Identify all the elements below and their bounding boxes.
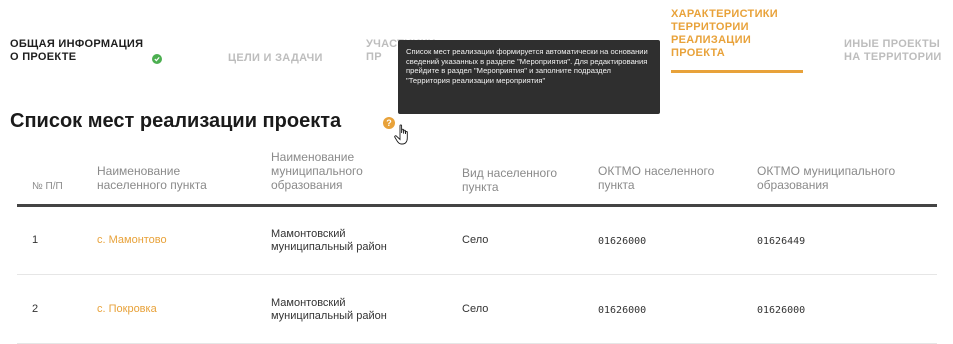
- table-row: 2 с. Покровка Мамонтовский муниципальный…: [17, 275, 937, 344]
- tab-other-projects-line2: НА ТЕРРИТОРИИ: [844, 51, 942, 63]
- settlement-link[interactable]: с. Мамонтово: [97, 234, 167, 247]
- active-tab-indicator: [671, 70, 803, 73]
- cell-municipality: Мамонтовский муниципальный район: [271, 228, 387, 253]
- tab-goals[interactable]: ЦЕЛИ И ЗАДАЧИ: [228, 52, 323, 65]
- tab-territory-line4: ПРОЕКТА: [671, 47, 726, 59]
- header-num: № П/П: [32, 181, 63, 192]
- header-type: Вид населенного пункта: [462, 166, 558, 194]
- table-row: 1 с. Мамонтово Мамонтовский муниципальны…: [17, 206, 937, 275]
- tab-general-info-line2: О ПРОЕКТЕ: [10, 51, 77, 63]
- tab-territory-line2: ТЕРРИТОРИИ: [671, 21, 749, 33]
- header-municipality: Наименование муниципального образования: [271, 150, 363, 192]
- tab-goals-label: ЦЕЛИ И ЗАДАЧИ: [228, 52, 323, 64]
- cell-type: Село: [462, 303, 489, 315]
- page-title: Список мест реализации проекта: [10, 110, 342, 132]
- table-header: № П/П Наименование населенного пункта На…: [17, 146, 937, 207]
- settlement-link[interactable]: с. Покровка: [97, 303, 157, 316]
- cell-oktmo-municipality: 01626000: [757, 305, 806, 316]
- header-oktmo-settlement: ОКТМО населенного пункта: [598, 164, 715, 192]
- header-oktmo-municipality: ОКТМО муниципального образования: [757, 164, 896, 192]
- tab-other-projects-line1: ИНЫЕ ПРОЕКТЫ: [844, 38, 941, 50]
- cell-oktmo-settlement: 01626000: [598, 305, 647, 316]
- tab-territory-line1: ХАРАКТЕРИСТИКИ: [671, 8, 778, 20]
- tab-general-info-line1: ОБЩАЯ ИНФОРМАЦИЯ: [10, 38, 144, 50]
- cell-num: 2: [32, 303, 39, 315]
- cell-oktmo-settlement: 01626000: [598, 236, 647, 247]
- tab-territory-line3: РЕАЛИЗАЦИИ: [671, 34, 752, 46]
- cell-municipality: Мамонтовский муниципальный район: [271, 297, 387, 322]
- cell-type: Село: [462, 234, 489, 246]
- tab-territory-characteristics[interactable]: ХАРАКТЕРИСТИКИ ТЕРРИТОРИИ РЕАЛИЗАЦИИ ПРО…: [671, 8, 778, 60]
- tab-other-projects[interactable]: ИНЫЕ ПРОЕКТЫ НА ТЕРРИТОРИИ: [844, 38, 942, 64]
- header-settlement: Наименование населенного пункта: [97, 164, 207, 192]
- hand-cursor-icon: [394, 124, 408, 145]
- check-icon: [152, 54, 162, 64]
- cell-num: 1: [32, 234, 39, 246]
- cell-oktmo-municipality: 01626449: [757, 236, 806, 247]
- tab-general-info[interactable]: ОБЩАЯ ИНФОРМАЦИЯ О ПРОЕКТЕ: [10, 38, 143, 64]
- help-tooltip: Список мест реализации формируется автом…: [398, 40, 660, 114]
